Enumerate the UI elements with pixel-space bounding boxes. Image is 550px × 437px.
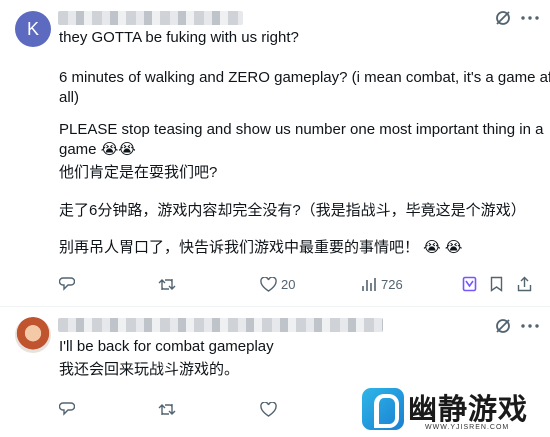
- post-1: K they GOTTA be fuking with us right? 6 …: [0, 0, 550, 305]
- reply-icon[interactable]: [59, 402, 75, 417]
- like-icon[interactable]: [260, 402, 277, 417]
- post-text-line: 他们肯定是在耍我们吧?: [59, 164, 218, 181]
- repost-icon[interactable]: [158, 402, 176, 417]
- more-options-icon[interactable]: [521, 324, 539, 328]
- watermark-title: 幽静游戏: [408, 394, 529, 426]
- post-text-line: PLEASE stop teasing and show us number o…: [59, 121, 544, 138]
- avatar[interactable]: [15, 317, 51, 353]
- post-text-line: 别再吊人胃口了，快告诉我们游戏中最重要的事情吧！ 😭 😭: [59, 239, 463, 256]
- share-icon[interactable]: [517, 276, 532, 292]
- more-options-icon[interactable]: [521, 16, 539, 20]
- post-text-line: 我还会回来玩战斗游戏的。: [59, 361, 240, 378]
- post-text-line: 走了6分钟路，游戏内容却完全没有?（我是指战斗，毕竟这是个游戏）: [59, 202, 526, 219]
- post-text-line: I'll be back for combat gameplay: [59, 338, 274, 355]
- bookmark-icon[interactable]: [490, 276, 503, 292]
- views-icon[interactable]: [361, 277, 377, 292]
- reply-icon[interactable]: [59, 277, 75, 292]
- like-count: 20: [281, 277, 296, 292]
- post-text-line: they GOTTA be fuking with us right?: [59, 29, 299, 46]
- post-text-line: all): [59, 89, 80, 106]
- post-text-line: game 😭😭: [59, 141, 136, 158]
- grok-icon[interactable]: [494, 317, 512, 335]
- views-count: 726: [381, 277, 403, 292]
- community-note-icon[interactable]: [462, 276, 477, 292]
- repost-icon[interactable]: [158, 277, 176, 292]
- grok-icon[interactable]: [494, 9, 512, 27]
- site-watermark: 幽静游戏 WWW.YJISREN.COM: [362, 386, 547, 434]
- post-text-line: 6 minutes of walking and ZERO gameplay? …: [59, 69, 550, 86]
- avatar[interactable]: K: [15, 11, 51, 47]
- like-icon[interactable]: [260, 277, 277, 292]
- avatar-letter: K: [26, 18, 39, 39]
- username-redacted: [58, 11, 243, 25]
- watermark-logo-icon: [362, 388, 404, 430]
- watermark-url: WWW.YJISREN.COM: [425, 424, 510, 431]
- username-redacted: [58, 318, 383, 332]
